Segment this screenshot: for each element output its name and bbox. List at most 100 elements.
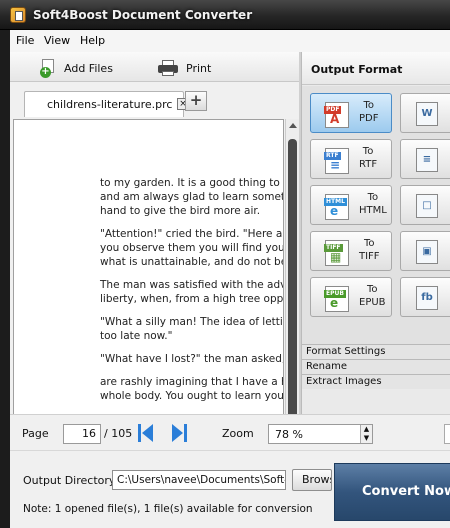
- page-bar: Page 16 / 105 Zoom 78 % ▲ ▼: [10, 414, 450, 450]
- doc-icon: W: [416, 102, 438, 126]
- document-line: whole body. You ought to learn you: [100, 390, 284, 402]
- output-format-panel: Output Format PDF A To PDF RTF ≡ To RTF HTML e To H…: [301, 52, 450, 443]
- add-files-button[interactable]: + Add Files: [40, 57, 113, 79]
- settings-item[interactable]: Extract Images: [302, 374, 450, 389]
- format-side-button[interactable]: fb: [400, 277, 450, 317]
- format-icon-glyph: ≡: [330, 158, 341, 172]
- document-paragraph: "What a silly man! The idea of lettin too…: [100, 315, 284, 343]
- menu-bar: File View Help: [10, 30, 450, 52]
- tiff-icon: TIFF ▦: [324, 240, 349, 266]
- document-paragraph: "What have I lost?" the man asked, a: [100, 352, 284, 366]
- menu-help[interactable]: Help: [80, 34, 105, 47]
- format-side-button[interactable]: ≡: [400, 139, 450, 179]
- settings-item[interactable]: Format Settings: [302, 344, 450, 359]
- document-line: what is unattainable, and do not bel: [100, 256, 284, 268]
- document-line: and am always glad to learn someth: [100, 191, 284, 203]
- convert-now-button[interactable]: Convert Now!: [334, 463, 450, 521]
- format-to-text: To: [362, 146, 374, 157]
- document-line: "What a silly man! The idea of lettin: [100, 316, 284, 328]
- status-note: Note: 1 opened file(s), 1 file(s) availa…: [23, 503, 313, 515]
- format-side-button[interactable]: □: [400, 185, 450, 225]
- document-paragraph: are rashly imagining that I have a hu who…: [100, 375, 284, 403]
- output-format-header: Output Format: [302, 52, 450, 85]
- format-side-button[interactable]: ▣: [400, 231, 450, 271]
- format-name-text: PDF: [359, 113, 379, 124]
- format-to-text: To: [364, 238, 375, 249]
- format-to-text: To: [363, 100, 374, 111]
- format-button-label: To EPUB: [359, 283, 386, 309]
- menu-view[interactable]: View: [44, 34, 70, 47]
- last-page-button[interactable]: [169, 422, 191, 444]
- format-name-text: HTML: [359, 205, 387, 216]
- document-line: too late now.": [100, 330, 173, 342]
- zoom-spinner-icon[interactable]: ▲ ▼: [360, 425, 372, 443]
- document-line: to my garden. It is a good thing to ri: [100, 177, 284, 189]
- text-icon: ≡: [416, 148, 438, 172]
- format-button-label: To HTML: [359, 191, 387, 217]
- to-html-button[interactable]: HTML e To HTML: [310, 185, 392, 225]
- html-icon: HTML e: [324, 194, 349, 220]
- to-rtf-button[interactable]: RTF ≡ To RTF: [310, 139, 392, 179]
- zoom-label: Zoom: [222, 427, 254, 440]
- add-files-icon: +: [40, 59, 56, 78]
- window-title: Soft4Boost Document Converter: [33, 8, 253, 22]
- to-epub-button[interactable]: EPUB e To EPUB: [310, 277, 392, 317]
- tab-strip: childrens-literature.prc × +: [10, 83, 300, 119]
- format-button-label: To RTF: [359, 145, 377, 171]
- format-to-text: To: [367, 192, 379, 203]
- document-line: "Attention!" cried the bird. "Here a: [100, 228, 283, 240]
- to-pdf-button[interactable]: PDF A To PDF: [310, 93, 392, 133]
- printer-icon: [158, 60, 178, 76]
- print-label: Print: [186, 61, 212, 75]
- format-icon-glyph: ▦: [330, 250, 342, 264]
- format-name-text: TIFF: [359, 251, 380, 262]
- vertical-scrollbar[interactable]: [285, 119, 299, 442]
- document-line: liberty, when, from a high tree oppo: [100, 293, 284, 305]
- document-paragraph: to my garden. It is a good thing to ri an…: [100, 176, 284, 218]
- format-name-text: EPUB: [359, 297, 386, 308]
- page-number-input[interactable]: 16: [63, 424, 101, 444]
- document-paragraph: "Attention!" cried the bird. "Here a you …: [100, 227, 284, 269]
- document-line: "What have I lost?" the man asked, a: [100, 353, 284, 365]
- browse-button[interactable]: Browse: [292, 469, 332, 491]
- document-line: you observe them you will find your: [100, 242, 284, 254]
- pdf-icon: PDF A: [324, 102, 349, 128]
- first-page-icon: [142, 424, 153, 442]
- fb2-icon: fb: [416, 286, 438, 310]
- document-tab[interactable]: childrens-literature.prc ×: [24, 91, 189, 117]
- format-icon-glyph: e: [330, 204, 339, 218]
- scroll-thumb[interactable]: [288, 139, 297, 421]
- output-format-title: Output Format: [311, 63, 403, 76]
- format-button-label: To TIFF: [359, 237, 380, 263]
- scroll-up-icon[interactable]: [289, 123, 297, 128]
- format-buttons-area: PDF A To PDF RTF ≡ To RTF HTML e To HTML TIFF ▦ To TIFF…: [302, 86, 450, 344]
- document-line: hand to give the bird more air.: [100, 205, 261, 217]
- app-icon: [10, 7, 26, 23]
- page-total: / 105: [104, 427, 133, 440]
- last-page-icon: [172, 424, 183, 442]
- output-directory-input[interactable]: C:\Users\navee\Documents\Soft4I: [112, 470, 286, 490]
- rtf-icon: RTF ≡: [324, 148, 349, 174]
- settings-list: Format Settings Rename Extract Images: [302, 344, 450, 389]
- zoom-select[interactable]: 78 % ▲ ▼: [268, 424, 373, 444]
- menu-file[interactable]: File: [16, 34, 34, 47]
- format-icon-glyph: A: [330, 112, 340, 126]
- toolbar: + Add Files Print: [10, 52, 300, 82]
- document-view[interactable]: to my garden. It is a good thing to ri an…: [13, 119, 284, 442]
- format-to-text: To: [367, 284, 378, 295]
- add-tab-button[interactable]: +: [185, 91, 207, 111]
- document-paragraph: The man was satisfied with the advi liber…: [100, 278, 284, 306]
- format-name-text: RTF: [359, 159, 378, 170]
- format-side-button[interactable]: W: [400, 93, 450, 133]
- page-label: Page: [22, 427, 49, 440]
- page-bar-edge-field: [444, 424, 450, 444]
- title-bar: Soft4Boost Document Converter: [0, 0, 450, 30]
- first-page-button[interactable]: [135, 422, 157, 444]
- print-button[interactable]: Print: [158, 57, 211, 79]
- document-line: are rashly imagining that I have a hu: [100, 376, 284, 388]
- format-button-label: To PDF: [359, 99, 378, 125]
- bottom-panel: Output Directory: C:\Users\navee\Documen…: [10, 450, 450, 528]
- document-text: to my garden. It is a good thing to ri an…: [100, 176, 284, 412]
- settings-item[interactable]: Rename: [302, 359, 450, 374]
- to-tiff-button[interactable]: TIFF ▦ To TIFF: [310, 231, 392, 271]
